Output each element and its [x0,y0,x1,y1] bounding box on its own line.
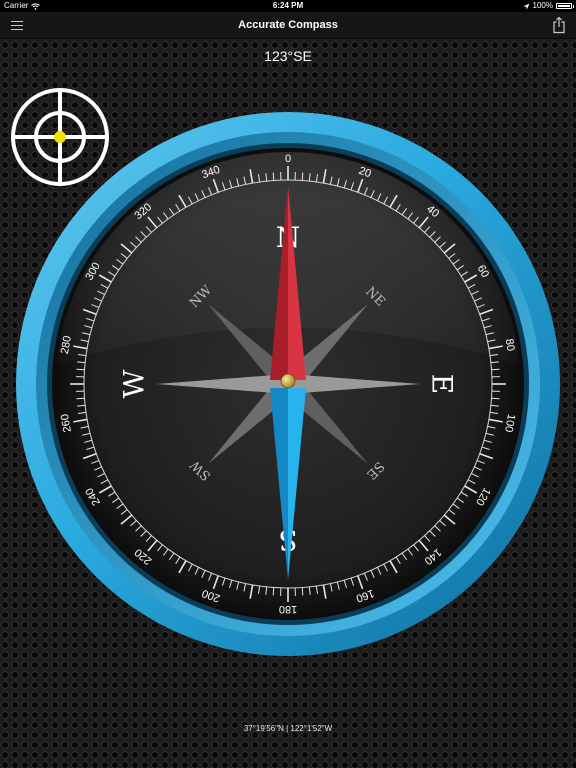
degree-tick [272,587,275,596]
degree-label: 0 [285,153,291,165]
target-dot [54,131,66,143]
degree-tick [76,397,85,400]
degree-label: 180 [279,603,297,615]
degree-tick [301,172,304,181]
degree-label: 80 [503,338,517,352]
degree-tick [491,397,500,400]
cardinal-west: W [118,369,151,398]
crosshair-icon[interactable] [10,87,110,187]
coordinates-readout: 37°19'56"N | 122°1'52"W [243,724,333,733]
needle-center-pin [280,373,296,389]
degree-tick [76,368,85,371]
cardinal-east: E [426,374,459,394]
degree-tick [491,368,500,371]
degree-tick [272,172,275,181]
degree-tick [301,587,304,596]
